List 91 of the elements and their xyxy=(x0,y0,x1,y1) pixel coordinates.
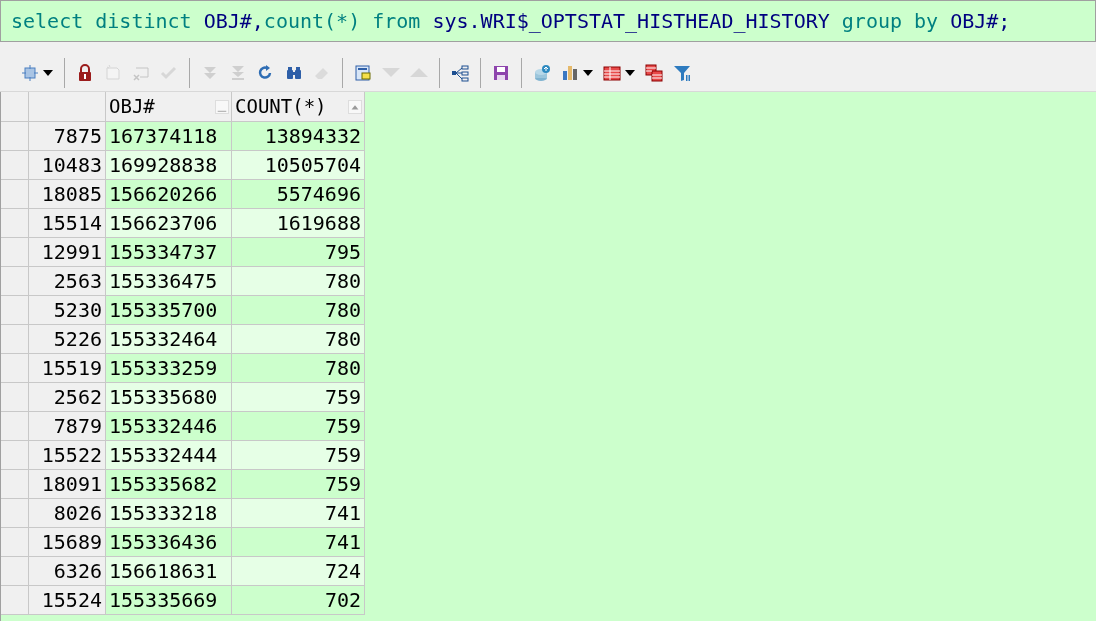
row-number: 2562 xyxy=(29,383,106,412)
table-cell: 780 xyxy=(232,354,365,383)
form-icon xyxy=(354,63,372,82)
row-number: 5230 xyxy=(29,296,106,325)
row-number: 6326 xyxy=(29,557,106,586)
row-number: 15522 xyxy=(29,441,106,470)
row-indicator-cell[interactable] xyxy=(1,151,29,180)
table-cell: 795 xyxy=(232,238,365,267)
crop-frame-icon xyxy=(21,63,39,82)
table-cell: 155336475 xyxy=(106,267,232,296)
row-indicator-cell[interactable] xyxy=(1,325,29,354)
new-page-icon xyxy=(104,63,122,82)
row-number: 18085 xyxy=(29,180,106,209)
dropdown-caret-icon xyxy=(43,69,53,76)
table-cell: 156623706 xyxy=(106,209,232,238)
table-cell: 156620266 xyxy=(106,180,232,209)
table-cell: 759 xyxy=(232,441,365,470)
column-header[interactable]: OBJ# xyxy=(106,92,232,122)
row-indicator-cell[interactable] xyxy=(1,296,29,325)
header-corner-cell xyxy=(1,92,29,122)
bar-chart-icon xyxy=(561,63,579,82)
row-number: 5226 xyxy=(29,325,106,354)
table-cell: 759 xyxy=(232,470,365,499)
row-number: 18091 xyxy=(29,470,106,499)
row-indicator-cell[interactable] xyxy=(1,383,29,412)
table-cell: 741 xyxy=(232,528,365,557)
table-cell: 780 xyxy=(232,267,365,296)
row-number: 7875 xyxy=(29,122,106,151)
down-triangle-icon xyxy=(382,68,400,77)
table-cell: 724 xyxy=(232,557,365,586)
table-cell: 780 xyxy=(232,325,365,354)
row-indicator-cell[interactable] xyxy=(1,354,29,383)
table-cell: 155334737 xyxy=(106,238,232,267)
sort-button[interactable] xyxy=(215,99,229,114)
table-cell: 155332464 xyxy=(106,325,232,354)
table-cell: 741 xyxy=(232,499,365,528)
table-cell: 155335669 xyxy=(106,586,232,615)
table-cell: 1619688 xyxy=(232,209,365,238)
row-indicator-cell[interactable] xyxy=(1,499,29,528)
tree-icon xyxy=(451,63,469,82)
filter-icon xyxy=(673,63,691,82)
row-indicator-cell[interactable] xyxy=(1,267,29,296)
table-cell: 702 xyxy=(232,586,365,615)
row-indicator-cell[interactable] xyxy=(1,238,29,267)
dropdown-caret-icon xyxy=(625,69,635,76)
table-cell: 155335680 xyxy=(106,383,232,412)
row-indicator-cell[interactable] xyxy=(1,412,29,441)
table-cell: 155333259 xyxy=(106,354,232,383)
table-cell: 155335700 xyxy=(106,296,232,325)
row-indicator-cell[interactable] xyxy=(1,586,29,615)
column-header[interactable]: COUNT(*) xyxy=(232,92,365,122)
sql-editor[interactable]: select distinct OBJ#,count(*) from sys.WRI$_OPTSTAT_HISTHEAD_HISTORY group by OBJ#; xyxy=(0,0,1096,42)
copy-table-icon xyxy=(645,63,663,82)
table-cell: 155332444 xyxy=(106,441,232,470)
table-cell: 167374118 xyxy=(106,122,232,151)
row-indicator-cell[interactable] xyxy=(1,470,29,499)
row-number: 7879 xyxy=(29,412,106,441)
table-cell: 780 xyxy=(232,296,365,325)
down-to-bar-icon xyxy=(229,63,247,82)
row-number: 15519 xyxy=(29,354,106,383)
database-upload-icon xyxy=(533,63,551,82)
table-cell: 169928838 xyxy=(106,151,232,180)
table-cell: 10505704 xyxy=(232,151,365,180)
row-indicator-cell[interactable] xyxy=(1,122,29,151)
table-cell: 155336436 xyxy=(106,528,232,557)
sql-query-text: select distinct OBJ#,count(*) from sys.WRI$_OPTSTAT_HISTHEAD_HISTORY group by OBJ#; xyxy=(11,8,1011,35)
table-cell: 156618631 xyxy=(106,557,232,586)
table-cell: 759 xyxy=(232,412,365,441)
row-indicator-cell[interactable] xyxy=(1,441,29,470)
lock-icon xyxy=(76,63,94,82)
row-number: 15524 xyxy=(29,586,106,615)
row-indicator-cell[interactable] xyxy=(1,209,29,238)
row-number: 10483 xyxy=(29,151,106,180)
table-cell: 155335682 xyxy=(106,470,232,499)
sort-button[interactable] xyxy=(348,99,362,114)
table-cell: 5574696 xyxy=(232,180,365,209)
row-number: 2563 xyxy=(29,267,106,296)
row-number: 15689 xyxy=(29,528,106,557)
row-indicator-cell[interactable] xyxy=(1,180,29,209)
dropdown-caret-icon xyxy=(583,69,593,76)
row-indicator-cell[interactable] xyxy=(1,528,29,557)
table-icon xyxy=(603,63,621,82)
row-number: 8026 xyxy=(29,499,106,528)
table-cell: 759 xyxy=(232,383,365,412)
row-number: 12991 xyxy=(29,238,106,267)
table-cell: 13894332 xyxy=(232,122,365,151)
table-cell: 155332446 xyxy=(106,412,232,441)
table-cell: 155333218 xyxy=(106,499,232,528)
up-triangle-icon xyxy=(410,68,428,77)
row-indicator-cell[interactable] xyxy=(1,557,29,586)
row-number: 15514 xyxy=(29,209,106,238)
